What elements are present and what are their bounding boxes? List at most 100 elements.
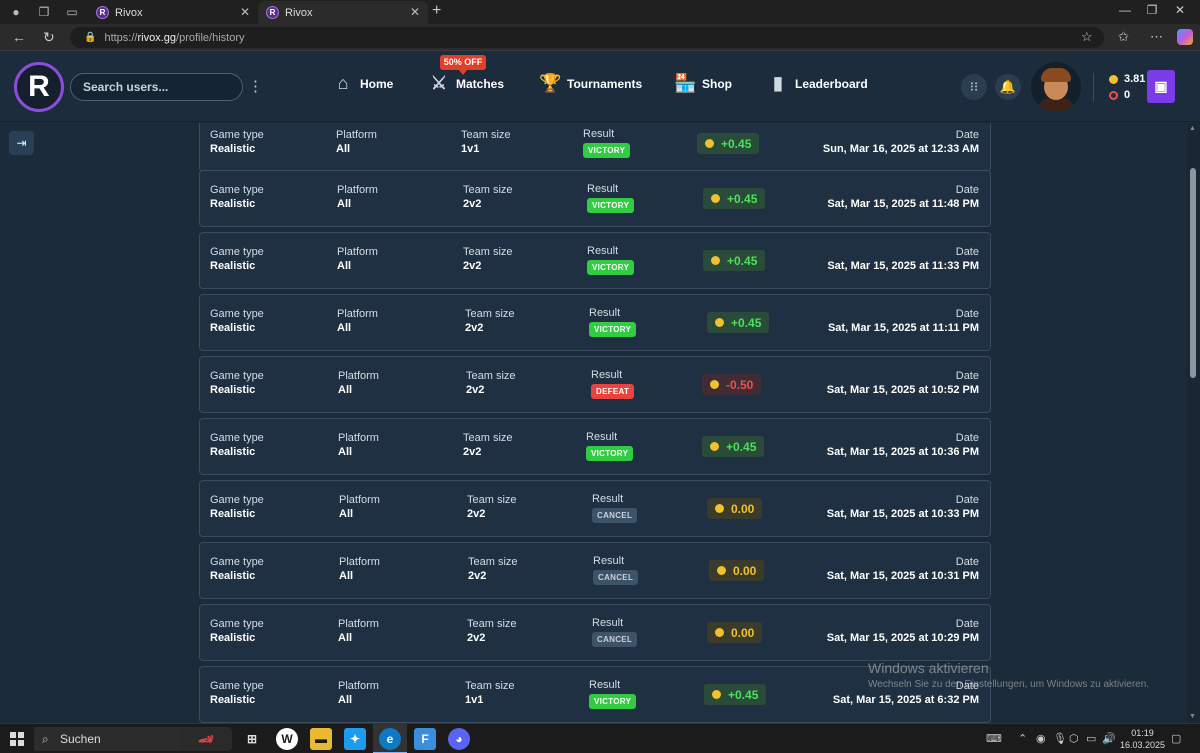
result-cell: Result VICTORY <box>587 245 635 275</box>
game-type-value: Realistic <box>210 198 256 210</box>
nav-tournaments[interactable]: 🏆 Tournaments <box>539 73 642 94</box>
nav-home[interactable]: ⌂ Home <box>332 73 394 94</box>
tray-chevron-icon[interactable]: ⌃ <box>1018 732 1027 745</box>
close-tab-icon[interactable]: ✕ <box>240 5 250 19</box>
match-card[interactable]: Game type Realistic Platform All Team size 2v… <box>199 170 991 227</box>
team-size-value: 1v1 <box>461 143 480 155</box>
clock-time: 01:19 <box>1131 728 1154 738</box>
discord-icon[interactable]: ◕ <box>448 728 470 750</box>
result-cell: Result CANCEL <box>592 493 638 523</box>
keyboard-icon[interactable]: ⌨ <box>986 732 1002 745</box>
vpn-icon[interactable]: ⬡ <box>1069 732 1079 745</box>
match-card[interactable]: Game type Realistic Platform All Team size 2v… <box>199 542 991 599</box>
date-cell: Date Sat, Mar 15, 2025 at 11:48 PM <box>827 184 979 210</box>
nav-leaderboard[interactable]: ▮ Leaderboard <box>767 73 868 94</box>
workspaces-icon[interactable]: ❐ <box>36 4 52 20</box>
payout-amount: +0.45 <box>727 253 758 268</box>
match-card[interactable]: Game type Realistic Platform All Team size 2v… <box>199 232 991 289</box>
match-card[interactable]: Game type Realistic Platform All Team size 2v… <box>199 294 991 351</box>
match-card[interactable]: Game type Realistic Platform All Team size 2v… <box>199 480 991 537</box>
scroll-up-icon[interactable]: ▲ <box>1189 125 1196 132</box>
favorites-icon[interactable]: ✩ <box>1118 29 1129 45</box>
expand-sidebar-icon[interactable]: ⇥ <box>9 131 34 155</box>
result-badge: CANCEL <box>592 508 638 523</box>
scroll-down-icon[interactable]: ▼ <box>1189 713 1196 720</box>
game-type-value: Realistic <box>210 446 256 458</box>
payout-amount: +0.45 <box>721 136 752 151</box>
profile-icon[interactable]: ● <box>8 4 24 20</box>
match-card[interactable]: Game type Realistic Platform All Team size 1v… <box>199 123 991 172</box>
microphone-icon[interactable]: 🎙 <box>1053 732 1067 745</box>
date-value: Sun, Mar 16, 2025 at 12:33 AM <box>822 143 979 155</box>
url-input[interactable]: 🔒 https://rivox.gg/profile/history <box>70 27 1104 48</box>
minimize-icon[interactable]: — <box>1115 3 1135 17</box>
team-size-label: Team size <box>465 308 515 320</box>
new-tab-icon[interactable]: + <box>432 2 441 20</box>
rivox-logo[interactable]: R <box>14 62 64 112</box>
favorite-star-icon[interactable]: ☆ <box>1081 29 1093 45</box>
platform-value: All <box>338 384 353 396</box>
browser-tab-1[interactable]: R Rivox ✕ <box>88 1 258 24</box>
reload-icon[interactable]: ↻ <box>43 29 55 46</box>
twitter-icon[interactable]: ✦ <box>344 728 366 750</box>
maximize-icon[interactable]: ❐ <box>1142 3 1162 17</box>
platform-value: All <box>338 694 353 706</box>
nav-matches[interactable]: ⚔ Matches <box>428 73 504 94</box>
search-users-input[interactable]: Search users... <box>70 73 243 101</box>
page-scrollbar[interactable]: ▲ ▼ <box>1187 123 1200 723</box>
date-label: Date <box>955 246 979 258</box>
close-tab-icon[interactable]: ✕ <box>410 5 420 19</box>
task-view-icon[interactable]: ⊞ <box>241 728 263 750</box>
game-widget-icon[interactable]: 🏎 <box>180 728 232 750</box>
network-icon[interactable]: ▭ <box>1086 732 1096 745</box>
payout-amount: +0.45 <box>728 687 759 702</box>
game-type-label: Game type <box>210 494 264 506</box>
date-label: Date <box>955 129 979 141</box>
close-window-icon[interactable]: ✕ <box>1170 3 1190 17</box>
platform-label: Platform <box>339 494 380 506</box>
clock-date: 16.03.2025 <box>1120 740 1166 750</box>
scroll-thumb[interactable] <box>1190 168 1196 378</box>
avatar[interactable] <box>1031 62 1081 112</box>
back-icon[interactable]: ← <box>12 29 26 45</box>
platform-label: Platform <box>338 432 379 444</box>
date-value: Sat, Mar 15, 2025 at 10:36 PM <box>826 446 979 458</box>
match-card[interactable]: Game type Realistic Platform All Team size 2v… <box>199 356 991 413</box>
match-card[interactable]: Game type Realistic Platform All Team size 2v… <box>199 418 991 475</box>
taskbar-clock[interactable]: 01:19 16.03.2025 <box>1120 727 1165 751</box>
wordpress-icon[interactable]: W <box>276 728 298 750</box>
game-type-cell: Game type Realistic <box>210 370 264 396</box>
more-options-icon[interactable]: ⋯ <box>1150 29 1163 45</box>
team-size-label: Team size <box>465 680 515 692</box>
apps-grid-icon[interactable]: ⁝⁝ <box>961 74 987 100</box>
bell-icon[interactable]: 🔔 <box>995 74 1021 100</box>
volume-icon[interactable]: 🔊 <box>1102 732 1116 745</box>
platform-value: All <box>337 260 352 272</box>
result-label: Result <box>583 128 615 140</box>
result-badge: VICTORY <box>583 143 631 158</box>
match-card[interactable]: Game type Realistic Platform All Team size 2v… <box>199 604 991 661</box>
date-value: Sat, Mar 15, 2025 at 6:32 PM <box>832 694 979 706</box>
nav-shop[interactable]: 🏪 Shop <box>674 73 732 94</box>
notifications-icon[interactable]: ▢ <box>1171 732 1181 745</box>
payout-chip: +0.45 <box>697 133 760 154</box>
platform-cell: Platform All <box>337 246 378 272</box>
tab-title: Rivox <box>115 6 143 19</box>
wallet-button[interactable]: ▣ <box>1147 70 1175 103</box>
result-cell: Result VICTORY <box>583 128 631 158</box>
coin-balance-value: 3.81 <box>1124 73 1146 85</box>
app-f-icon[interactable]: F <box>414 728 436 750</box>
webcam-icon[interactable]: ◉ <box>1036 732 1046 745</box>
date-cell: Date Sat, Mar 15, 2025 at 10:31 PM <box>827 556 979 582</box>
copilot-icon[interactable] <box>1177 29 1193 45</box>
edge-browser-icon[interactable]: e <box>379 728 401 750</box>
file-explorer-icon[interactable]: ▬ <box>310 728 332 750</box>
platform-cell: Platform All <box>339 556 380 582</box>
browser-tab-2[interactable]: R Rivox ✕ <box>258 1 428 24</box>
windows-start-icon[interactable] <box>10 732 24 746</box>
platform-cell: Platform All <box>339 494 380 520</box>
date-cell: Date Sat, Mar 15, 2025 at 10:29 PM <box>827 618 979 644</box>
result-label: Result <box>586 431 618 443</box>
tab-actions-icon[interactable]: ▭ <box>64 4 80 20</box>
kebab-menu-icon[interactable]: ⋮ <box>248 77 263 95</box>
